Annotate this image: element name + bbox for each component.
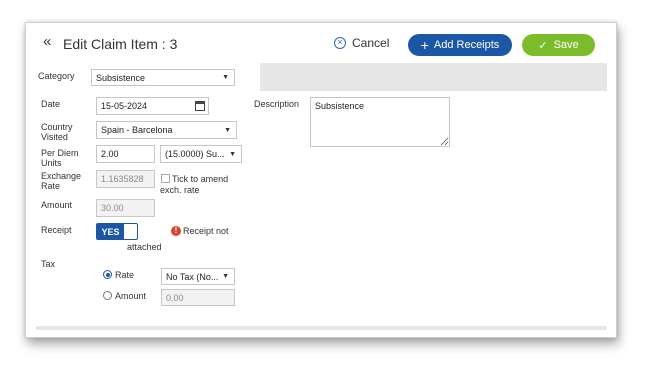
plus-icon: + — [420, 37, 429, 53]
description-label: Description — [254, 99, 300, 109]
tax-amount-input: 0.00 — [161, 289, 235, 306]
tax-label: Tax — [41, 259, 56, 269]
exchange-label-line2: Rate — [41, 181, 61, 191]
country-value: Spain - Barcelona — [101, 125, 173, 135]
tax-amount-radio[interactable] — [103, 291, 112, 300]
tax-rate-label: Rate — [115, 270, 135, 280]
edit-claim-dialog: « Edit Claim Item : 3 × Cancel + Add Rec… — [25, 22, 617, 338]
amend-exchange-checkbox[interactable] — [161, 174, 170, 183]
calendar-icon[interactable] — [195, 101, 205, 111]
description-field[interactable]: Subsistence — [310, 97, 450, 147]
country-label-line1: Country — [41, 122, 73, 132]
date-label: Date — [41, 99, 61, 109]
toggle-yes-label: YES — [97, 224, 124, 239]
chevron-down-icon: ▼ — [222, 273, 229, 280]
date-input[interactable]: 15-05-2024 — [96, 97, 209, 115]
per-diem-label-line1: Per Diem — [41, 148, 79, 158]
chevron-down-icon: ▼ — [229, 150, 236, 158]
per-diem-label-line2: Units — [41, 158, 62, 168]
add-receipts-label: Add Receipts — [433, 39, 500, 51]
save-label: Save — [553, 39, 579, 51]
exchange-rate-value: 1.1635828 — [101, 174, 144, 184]
country-label-line2: Visited — [41, 132, 68, 142]
amount-label: Amount — [41, 200, 73, 210]
receipt-status-line2: attached — [127, 242, 162, 252]
exchange-rate-input: 1.1635828 — [96, 170, 155, 188]
add-receipts-button[interactable]: + Add Receipts — [408, 34, 512, 56]
per-diem-rate-select[interactable]: (15.0000) Su... ▼ — [160, 145, 242, 163]
form-body: Date 15-05-2024 Description Subsistence … — [36, 91, 607, 326]
tax-rate-select[interactable]: No Tax (No... ▼ — [161, 268, 235, 285]
double-chevron-left-icon[interactable]: « — [43, 34, 51, 49]
category-row: Category Subsistence ▼ — [36, 63, 260, 91]
tax-rate-radio[interactable] — [103, 270, 112, 279]
receipt-label: Receipt — [41, 225, 72, 235]
amount-input: 30.00 — [96, 199, 155, 217]
amount-value: 30.00 — [101, 203, 124, 213]
page-title: Edit Claim Item : 3 — [63, 36, 178, 52]
tax-amount-label: Amount — [115, 291, 147, 301]
tax-amount-value: 0.00 — [166, 292, 184, 303]
amend-label-line2: exch. rate — [160, 185, 200, 195]
receipt-toggle[interactable]: YES — [96, 223, 138, 240]
chevron-down-icon: ▼ — [222, 74, 229, 81]
per-diem-units-input[interactable]: 2.00 — [96, 145, 155, 163]
category-label: Category — [38, 71, 75, 81]
cancel-label: Cancel — [352, 36, 390, 50]
cancel-button[interactable]: × Cancel — [334, 36, 389, 50]
exchange-label-line1: Exchange — [41, 171, 82, 181]
check-icon: ✓ — [538, 39, 548, 52]
cancel-x-icon: × — [334, 37, 346, 49]
tax-rate-value: No Tax (No... — [166, 271, 219, 282]
per-diem-value: 2.00 — [101, 149, 119, 159]
per-diem-rate-value: (15.0000) Su... — [165, 149, 225, 159]
chevron-down-icon: ▼ — [224, 126, 231, 134]
dialog-header: « Edit Claim Item : 3 × Cancel + Add Rec… — [26, 23, 616, 63]
date-value: 15-05-2024 — [101, 101, 148, 111]
warning-icon: ! — [171, 226, 181, 236]
category-value: Subsistence — [96, 72, 146, 83]
receipt-status-line1: Receipt not — [183, 226, 229, 236]
save-button[interactable]: ✓ Save — [522, 34, 595, 56]
category-select[interactable]: Subsistence ▼ — [91, 69, 235, 86]
amend-label-line1: Tick to amend — [172, 174, 229, 184]
form-panel: Category Subsistence ▼ Date 15-05-2024 D… — [36, 63, 607, 330]
country-select[interactable]: Spain - Barcelona ▼ — [96, 121, 237, 139]
